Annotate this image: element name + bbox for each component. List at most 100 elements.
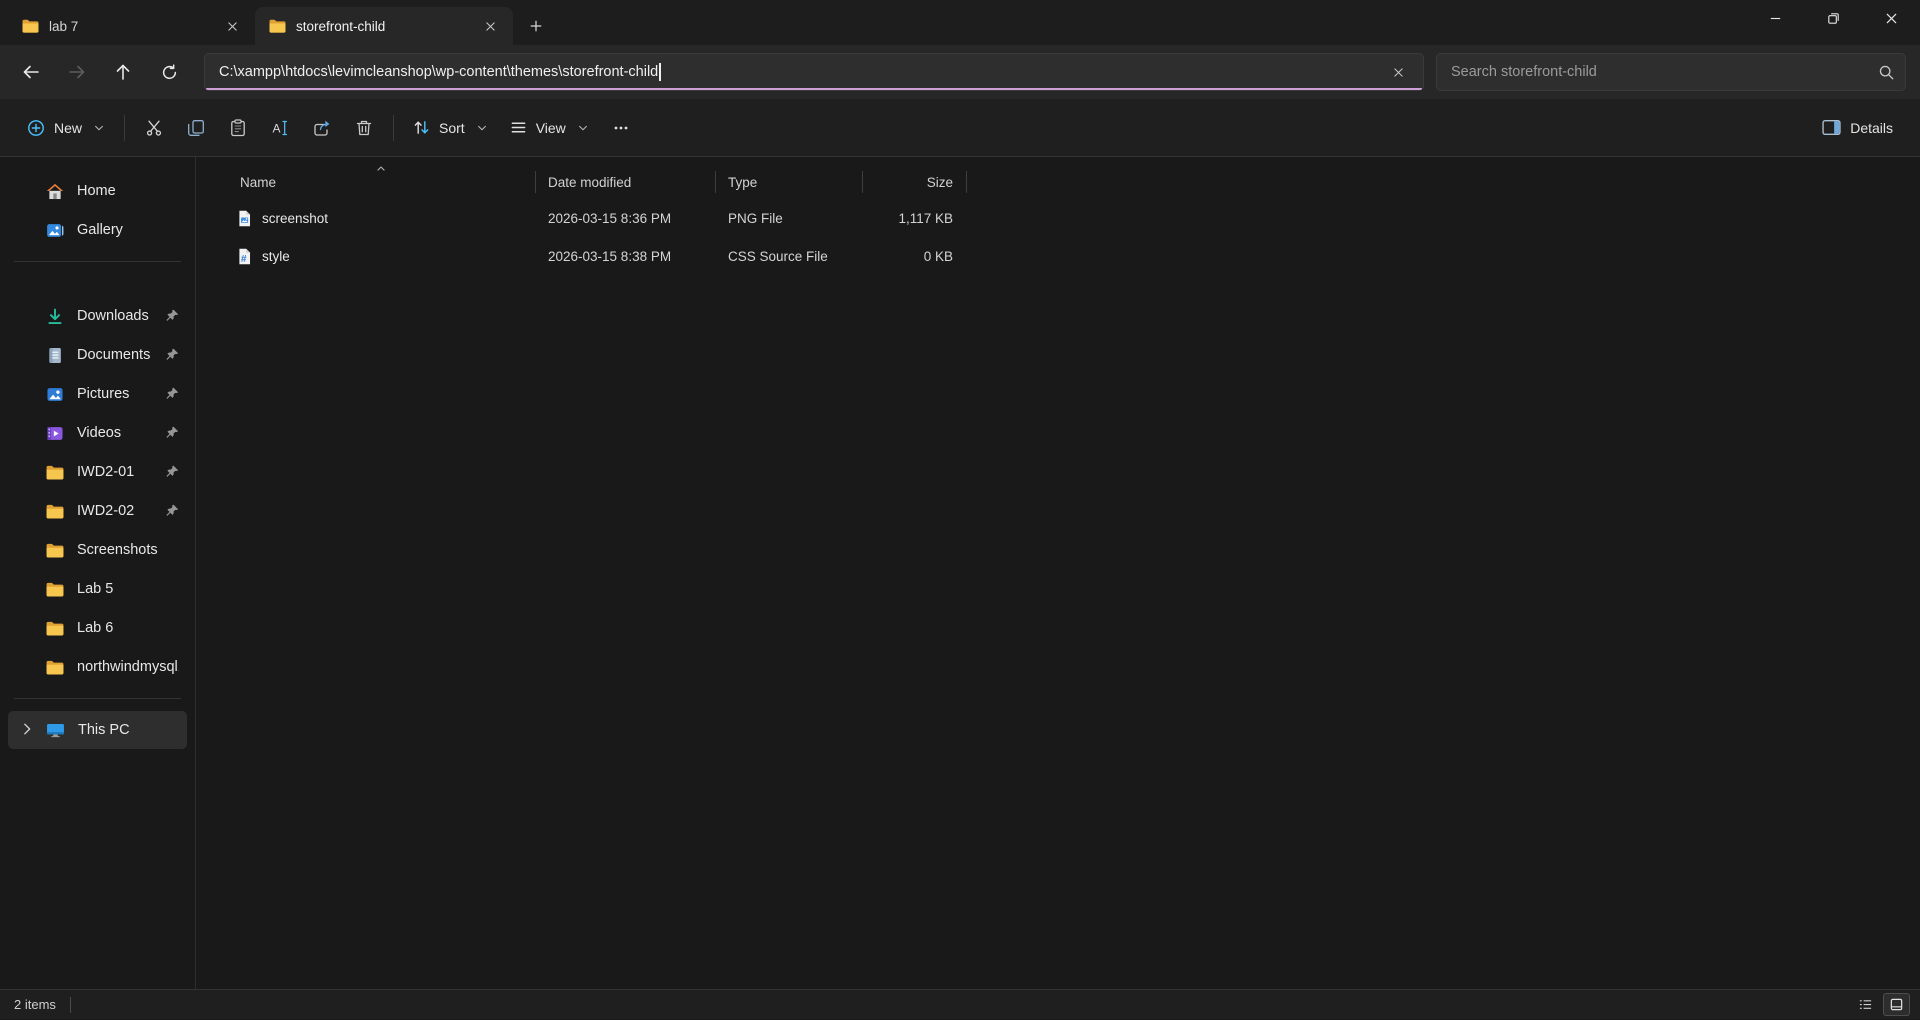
sidebar-item-label: Lab 6	[77, 620, 179, 636]
pin-icon	[165, 465, 179, 479]
sidebar-item-label: Gallery	[77, 222, 179, 238]
paste-button[interactable]	[217, 109, 259, 147]
copy-icon	[187, 119, 205, 137]
view-button[interactable]: View	[499, 109, 600, 147]
sidebar-item-northwindmysql1[interactable]: northwindmysql1	[8, 648, 187, 686]
restore-icon	[1826, 11, 1841, 26]
minimize-button[interactable]	[1746, 0, 1804, 36]
sidebar-item-iwd2-02[interactable]: IWD2-02	[8, 492, 187, 530]
sidebar-item-label: Downloads	[77, 308, 152, 324]
search-icon[interactable]	[1878, 64, 1895, 81]
refresh-icon	[161, 64, 178, 81]
refresh-button[interactable]	[148, 54, 190, 90]
sidebar-item-lab-6[interactable]: Lab 6	[8, 609, 187, 647]
file-date-modified: 2026-03-15 8:38 PM	[536, 249, 716, 264]
sidebar-item-gallery[interactable]: Gallery	[8, 211, 187, 249]
folder-icon	[46, 504, 64, 519]
up-arrow-icon	[114, 63, 132, 81]
chevron-down-icon	[577, 122, 589, 134]
more-options-button[interactable]	[600, 109, 642, 147]
sidebar-item-pictures[interactable]: Pictures	[8, 375, 187, 413]
address-bar-input[interactable]: C:\xampp\htdocs\levimcleanshop\wp-conten…	[204, 53, 1424, 91]
file-row-style[interactable]: style 2026-03-15 8:38 PM CSS Source File…	[226, 237, 1920, 275]
column-header-type[interactable]: Type	[716, 165, 863, 199]
details-view-toggle[interactable]	[1852, 993, 1879, 1016]
file-name: screenshot	[262, 211, 328, 226]
folder-icon	[46, 582, 64, 597]
sidebar-item-label: This PC	[78, 722, 179, 738]
window-controls	[1746, 0, 1920, 36]
new-label: New	[54, 120, 82, 136]
view-label: View	[536, 120, 566, 136]
this-pc-icon	[46, 722, 65, 738]
search-input[interactable]	[1441, 64, 1878, 80]
column-header-size[interactable]: Size	[863, 165, 967, 199]
close-button[interactable]	[1862, 0, 1920, 36]
sidebar-item-videos[interactable]: Videos	[8, 414, 187, 452]
details-pane-button[interactable]: Details	[1811, 109, 1904, 147]
sidebar-item-label: Screenshots	[77, 542, 179, 558]
forward-button[interactable]	[56, 54, 98, 90]
rename-icon	[271, 119, 289, 137]
pin-icon	[165, 348, 179, 362]
tab-lab-7[interactable]: lab 7	[8, 7, 255, 45]
sidebar-item-documents[interactable]: Documents	[8, 336, 187, 374]
details-label: Details	[1850, 120, 1893, 136]
toolbar-separator	[393, 115, 394, 141]
cut-icon	[145, 119, 163, 137]
file-date-modified: 2026-03-15 8:36 PM	[536, 211, 716, 226]
sidebar-item-screenshots[interactable]: Screenshots	[8, 531, 187, 569]
navigation-bar: C:\xampp\htdocs\levimcleanshop\wp-conten…	[0, 45, 1920, 99]
share-button[interactable]	[301, 109, 343, 147]
back-button[interactable]	[10, 54, 52, 90]
search-box	[1436, 53, 1906, 91]
restore-button[interactable]	[1804, 0, 1862, 36]
videos-icon	[46, 425, 64, 442]
up-button[interactable]	[102, 54, 144, 90]
items-count: 2 items	[14, 997, 56, 1012]
thumbnails-view-toggle[interactable]	[1883, 993, 1910, 1016]
close-icon	[1392, 66, 1405, 79]
sidebar-item-lab-5[interactable]: Lab 5	[8, 570, 187, 608]
sort-button[interactable]: Sort	[402, 109, 499, 147]
focus-underline	[206, 88, 1422, 91]
status-bar: 2 items	[0, 989, 1920, 1019]
folder-icon	[46, 543, 64, 558]
sidebar-item-label: Pictures	[77, 386, 152, 402]
file-size: 0 KB	[863, 249, 967, 264]
copy-button[interactable]	[175, 109, 217, 147]
expand-chevron-icon[interactable]	[20, 722, 34, 736]
details-view-icon	[1858, 997, 1873, 1012]
png-file-icon	[236, 210, 253, 227]
column-header-name[interactable]: Name	[226, 165, 536, 199]
sidebar-item-home[interactable]: Home	[8, 172, 187, 210]
sidebar-divider	[14, 698, 181, 699]
downloads-icon	[46, 308, 64, 325]
tab-close-icon[interactable]	[219, 13, 245, 39]
gallery-icon	[46, 222, 64, 239]
rename-button[interactable]	[259, 109, 301, 147]
new-button[interactable]: New	[16, 109, 116, 147]
file-list-area: Name Date modified Type Size screenshot …	[196, 157, 1920, 989]
sidebar-item-this-pc[interactable]: This PC	[8, 711, 187, 749]
sidebar-item-downloads[interactable]: Downloads	[8, 297, 187, 335]
sidebar-item-iwd2-01[interactable]: IWD2-01	[8, 453, 187, 491]
cut-button[interactable]	[133, 109, 175, 147]
sidebar-item-label: Videos	[77, 425, 152, 441]
tab-storefront-child[interactable]: storefront-child	[255, 7, 513, 45]
sidebar-item-label: northwindmysql1	[77, 659, 179, 675]
new-tab-button[interactable]	[519, 9, 553, 43]
text-caret	[659, 63, 661, 81]
column-headers: Name Date modified Type Size	[226, 165, 1920, 199]
column-header-date-modified[interactable]: Date modified	[536, 165, 716, 199]
sort-label: Sort	[439, 120, 465, 136]
clear-address-button[interactable]	[1383, 57, 1413, 87]
delete-button[interactable]	[343, 109, 385, 147]
file-row-screenshot[interactable]: screenshot 2026-03-15 8:36 PM PNG File 1…	[226, 199, 1920, 237]
sidebar-item-label: Documents	[77, 347, 152, 363]
folder-icon	[22, 19, 39, 33]
file-size: 1,117 KB	[863, 211, 967, 226]
tab-close-icon[interactable]	[477, 13, 503, 39]
pictures-icon	[46, 386, 64, 403]
sidebar-item-label: IWD2-01	[77, 464, 152, 480]
